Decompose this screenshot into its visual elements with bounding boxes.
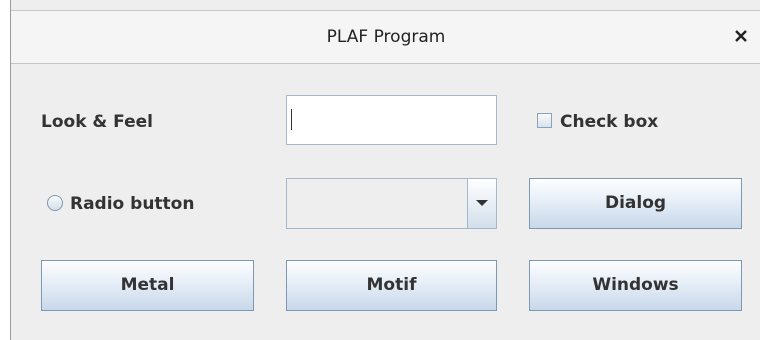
dialog-button[interactable]: Dialog [529,178,742,229]
combo-box[interactable] [286,178,497,229]
plaf-program-window: PLAF Program Look & Feel Check box Radio… [10,0,760,340]
motif-button[interactable]: Motif [286,260,497,311]
metal-button[interactable]: Metal [41,260,254,311]
text-caret [291,109,292,130]
look-and-feel-label: Look & Feel [41,112,153,132]
combo-box-arrow-button[interactable] [467,179,496,228]
windows-button[interactable]: Windows [529,260,742,311]
window-title: PLAF Program [326,27,446,47]
chevron-down-icon [476,200,488,206]
radio-button[interactable] [47,195,63,211]
close-icon [735,30,747,42]
title-bar: PLAF Program [11,10,760,64]
check-box[interactable] [537,113,552,128]
close-button[interactable] [730,25,752,47]
radio-button-label[interactable]: Radio button [70,194,194,214]
look-and-feel-text-field[interactable] [286,95,497,145]
check-box-label[interactable]: Check box [560,112,658,132]
